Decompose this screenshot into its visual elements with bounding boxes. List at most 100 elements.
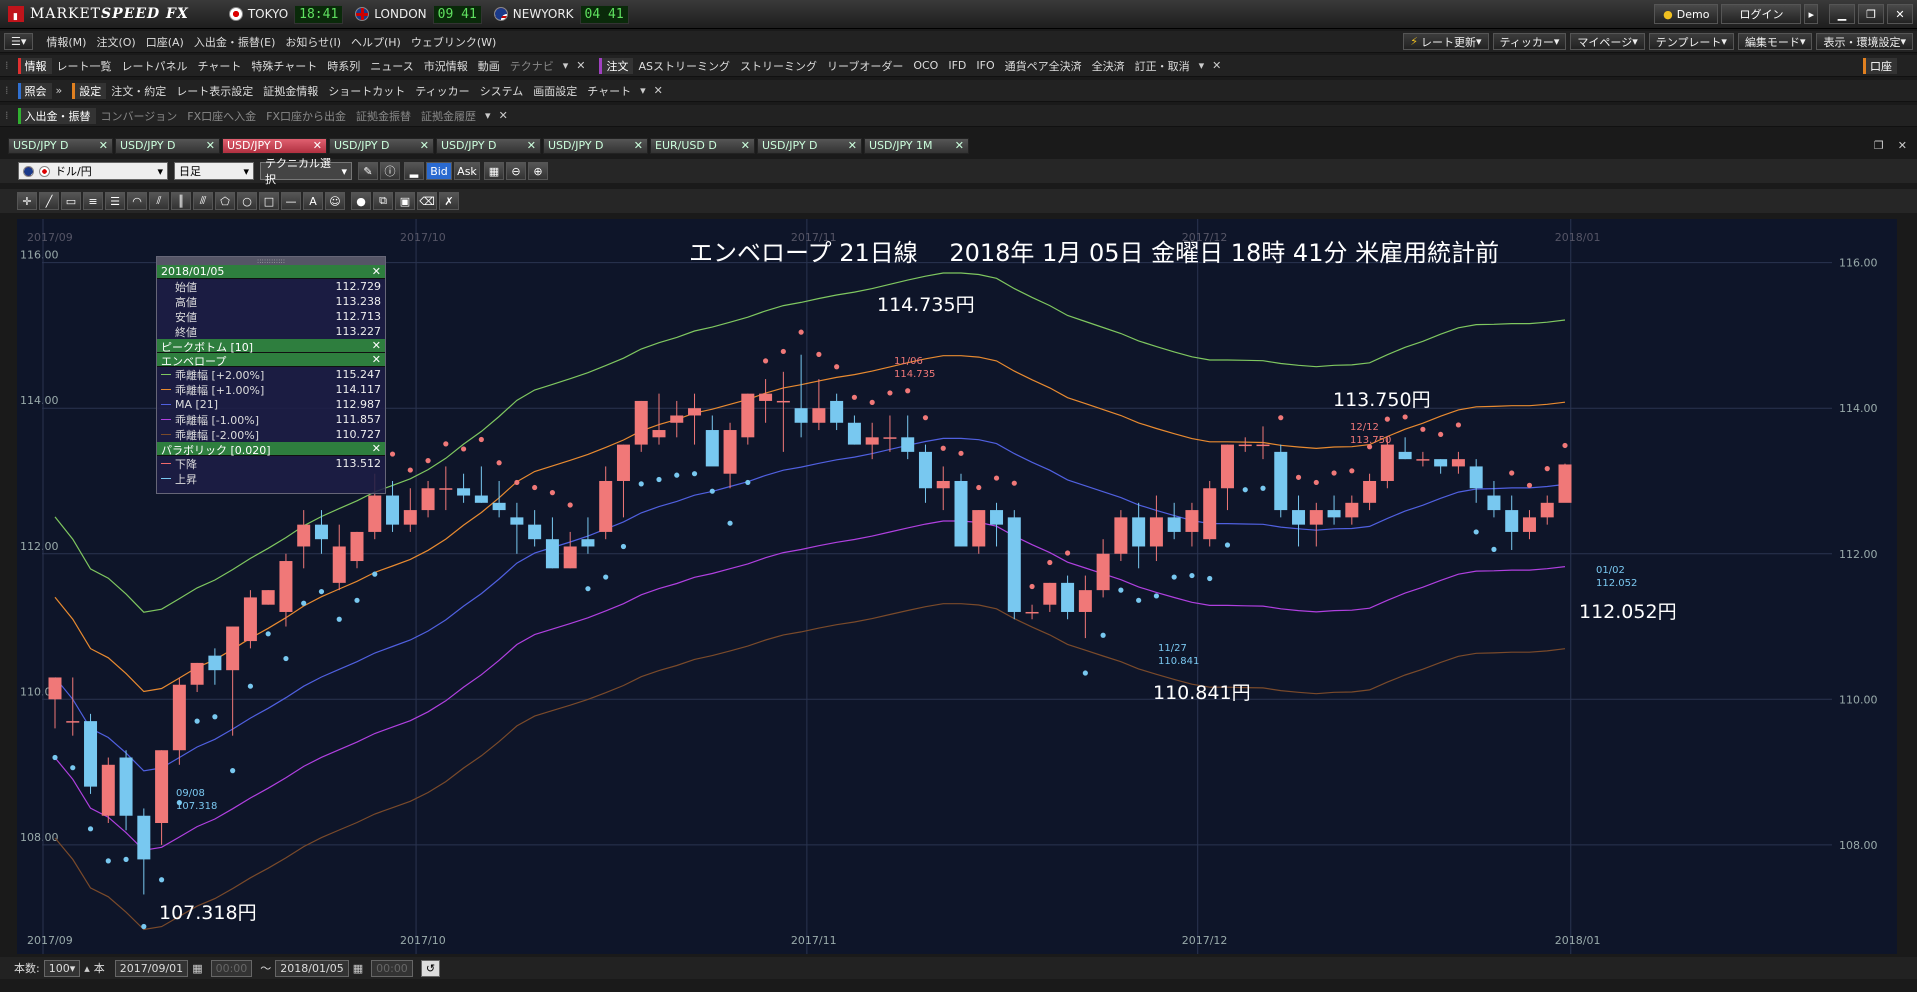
zoom-out-icon[interactable]: ⊖ xyxy=(506,162,526,180)
chart-tab[interactable]: USD/JPY 1M ✕ xyxy=(864,137,969,154)
maximize-icon[interactable]: ❐ xyxy=(1858,4,1884,24)
chart-tab[interactable]: USD/JPY D ✕ xyxy=(222,137,327,154)
menu-list-icon[interactable]: ☰▾ xyxy=(4,33,34,50)
menu-item[interactable]: 情報(M) xyxy=(41,34,91,50)
close-icon[interactable]: ✕ xyxy=(372,265,381,278)
from-date-input[interactable]: 2017/09/01 xyxy=(114,959,189,977)
demo-button[interactable]: ● Demo xyxy=(1654,4,1719,24)
vertical-lines-icon[interactable]: ║ xyxy=(171,192,191,210)
to-date-input[interactable]: 2018/01/05 xyxy=(275,959,349,977)
pen-icon[interactable]: ✎ xyxy=(358,162,378,180)
menu-item[interactable]: 注文(O) xyxy=(91,34,140,50)
fan-icon[interactable]: ⫽ xyxy=(149,192,169,210)
toolbar-item[interactable]: 証拠金履歴 xyxy=(416,108,481,124)
period-select[interactable]: 日足 ▾ xyxy=(174,162,254,180)
settings-icon[interactable]: ▦ xyxy=(484,162,504,180)
toolbar-item[interactable]: IFO xyxy=(971,59,999,72)
toolbar-item[interactable]: 証拠金振替 xyxy=(351,108,416,124)
chart-tab[interactable]: USD/JPY D ✕ xyxy=(543,137,648,154)
close-icon[interactable]: ✕ xyxy=(99,139,108,152)
toolbar-item[interactable]: レート表示設定 xyxy=(171,83,258,99)
toolbar-item[interactable]: ニュース xyxy=(365,58,418,74)
close-icon[interactable]: ✕ xyxy=(527,139,536,152)
close-icon[interactable]: ✕ xyxy=(634,139,643,152)
close-icon[interactable]: ✕ xyxy=(848,139,857,152)
calendar-icon[interactable]: ▦ xyxy=(349,962,367,975)
technical-select[interactable]: テクニカル選択 ▾ xyxy=(260,157,352,186)
from-time-input[interactable]: 00:00 xyxy=(210,959,253,977)
toolbar-item[interactable]: コンバージョン xyxy=(96,108,183,124)
pair-select[interactable]: ドル/円 ▾ xyxy=(18,162,168,180)
toolbar-item[interactable]: テクナビ xyxy=(505,58,559,74)
info-icon[interactable]: ⓘ xyxy=(380,162,400,180)
toolbar-right-button[interactable]: 表示・環境設定 ▾ xyxy=(1816,33,1913,50)
toolbar-right-button[interactable]: マイページ ▾ xyxy=(1570,33,1645,50)
paste-icon[interactable]: ▣ xyxy=(395,192,415,210)
channel-icon[interactable]: ⫻ xyxy=(193,192,213,210)
menu-item[interactable]: ヘルプ(H) xyxy=(346,34,406,50)
chart-tab[interactable]: USD/JPY D ✕ xyxy=(115,137,220,154)
horizontal-lines-icon[interactable]: ≡ xyxy=(83,192,103,210)
chart-tab[interactable]: USD/JPY D ✕ xyxy=(8,137,113,154)
chart-tab[interactable]: USD/JPY D ✕ xyxy=(757,137,862,154)
toolbar-item[interactable]: レートパネル xyxy=(117,58,193,74)
chart-tab[interactable]: USD/JPY D ✕ xyxy=(436,137,541,154)
group-inquiry-label[interactable]: 照会 xyxy=(17,82,52,99)
trendline-icon[interactable]: ╱ xyxy=(39,192,59,210)
toolbar-item[interactable]: 時系列 xyxy=(322,58,365,74)
toolbar-item[interactable]: 訂正・取消 xyxy=(1130,58,1195,74)
toolbar-item[interactable]: ショートカット xyxy=(323,83,410,99)
minimize-icon[interactable]: ▁ xyxy=(1829,4,1855,24)
toolbar-item[interactable]: 画面設定 xyxy=(528,83,582,99)
toolbar-close-icon[interactable]: ✕ xyxy=(650,84,667,97)
menu-item[interactable]: 口座(A) xyxy=(141,34,189,50)
close-icon[interactable]: ✕ xyxy=(955,139,964,152)
close-icon[interactable]: ✕ xyxy=(741,139,750,152)
chart-type-icon[interactable]: ▂ xyxy=(404,162,424,180)
toolbar-close-icon[interactable]: ✕ xyxy=(1208,59,1225,72)
toolbar-item[interactable]: 特殊チャート xyxy=(246,58,322,74)
copy-icon[interactable]: ⧉ xyxy=(373,192,393,210)
toolbar-dropdown-icon[interactable]: ▾ xyxy=(1195,59,1209,72)
toolbar-dropdown-icon[interactable]: ▾ xyxy=(636,84,650,97)
menu-item[interactable]: お知らせ(I) xyxy=(280,34,346,50)
crosshair-icon[interactable]: ✛ xyxy=(17,192,37,210)
toolbar-item[interactable]: 動画 xyxy=(473,58,505,74)
toolbar-right-button[interactable]: ティッカー ▾ xyxy=(1492,33,1567,50)
toolbar-item[interactable]: 全決済 xyxy=(1087,58,1130,74)
zoom-in-icon[interactable]: ⊕ xyxy=(528,162,548,180)
close-icon[interactable]: ✕ xyxy=(372,353,381,366)
toolbar-item[interactable]: ASストリーミング xyxy=(633,58,735,74)
chart-tab[interactable]: EUR/USD D ✕ xyxy=(650,137,755,154)
restore-icon[interactable]: ❐ xyxy=(1870,139,1888,152)
toolbar-item[interactable]: 証拠金情報 xyxy=(258,83,323,99)
toolbar-item[interactable]: FX口座へ入金 xyxy=(182,108,261,124)
close-icon[interactable]: ✕ xyxy=(206,139,215,152)
bid-button[interactable]: Bid xyxy=(426,162,452,180)
calendar-icon[interactable]: ▦ xyxy=(188,962,206,975)
legend-grip[interactable]: :::::::::::: xyxy=(157,257,385,265)
toolbar-close-icon[interactable]: ✕ xyxy=(495,109,512,122)
toolbar-item[interactable]: 市況情報 xyxy=(419,58,473,74)
toolbar-more-icon[interactable]: » xyxy=(52,84,67,97)
close-icon[interactable]: ✕ xyxy=(372,339,381,352)
eraser-all-icon[interactable]: ✗ xyxy=(439,192,459,210)
text-icon[interactable]: A xyxy=(303,192,323,210)
toolbar-close-icon[interactable]: ✕ xyxy=(572,59,589,72)
toolbar-item[interactable]: レート一覧 xyxy=(52,58,117,74)
fibonacci-icon[interactable]: ☰ xyxy=(105,192,125,210)
line-icon[interactable]: — xyxy=(281,192,301,210)
toolbar-dropdown-icon[interactable]: ▾ xyxy=(481,109,495,122)
toolbar-item[interactable]: 通貨ペア全決済 xyxy=(1000,58,1087,74)
circle-icon[interactable]: ○ xyxy=(237,192,257,210)
pentagon-icon[interactable]: ⬠ xyxy=(215,192,235,210)
close-icon[interactable]: ✕ xyxy=(1887,4,1913,24)
stamp-icon[interactable]: ☺ xyxy=(325,192,345,210)
login-button[interactable]: ログイン xyxy=(1721,4,1802,24)
close-icon[interactable]: ✕ xyxy=(372,442,381,455)
to-time-input[interactable]: 00:00 xyxy=(371,959,413,977)
refresh-icon[interactable]: ↺ xyxy=(420,959,441,977)
toolbar-right-button[interactable]: ⚡ レート更新 ▾ xyxy=(1403,33,1489,50)
ask-button[interactable]: Ask xyxy=(454,162,480,180)
close-icon[interactable]: ✕ xyxy=(1894,139,1911,152)
